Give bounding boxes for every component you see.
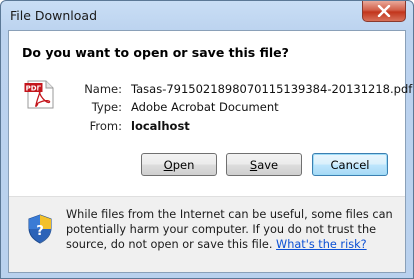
security-warning-text: While files from the Internet can be use… [66, 207, 396, 252]
file-from-value: localhost [131, 119, 190, 133]
security-shield-icon: ? [28, 214, 52, 244]
file-type-value: Adobe Acrobat Document [131, 100, 279, 114]
title-bar[interactable]: File Download [1, 1, 413, 31]
cancel-button[interactable]: Cancel [312, 153, 388, 176]
dialog-question: Do you want to open or save this file? [22, 45, 289, 60]
open-button-label: Open [163, 157, 195, 172]
file-download-window: File Download Do you want to open or sav… [0, 0, 414, 279]
window-title: File Download [10, 8, 98, 23]
whats-the-risk-link[interactable]: What's the risk? [276, 238, 367, 251]
save-button-label: Save [249, 157, 279, 172]
file-from-label: From: [89, 119, 122, 133]
svg-text:?: ? [36, 224, 44, 239]
close-button[interactable] [362, 1, 406, 22]
file-name-label: Name: [84, 82, 122, 96]
cancel-button-label: Cancel [330, 157, 370, 172]
file-type-label: Type: [91, 100, 122, 114]
file-name-value: Tasas-7915021898070115139384-20131218.pd… [131, 82, 413, 96]
close-icon [377, 5, 391, 17]
security-warning-panel: ? While files from the Internet can be u… [9, 196, 405, 272]
pdf-file-icon: PDF [24, 80, 54, 109]
open-button[interactable]: Open [141, 153, 217, 176]
save-button[interactable]: Save [226, 153, 302, 176]
dialog-body: Do you want to open or save this file? P… [8, 30, 412, 273]
